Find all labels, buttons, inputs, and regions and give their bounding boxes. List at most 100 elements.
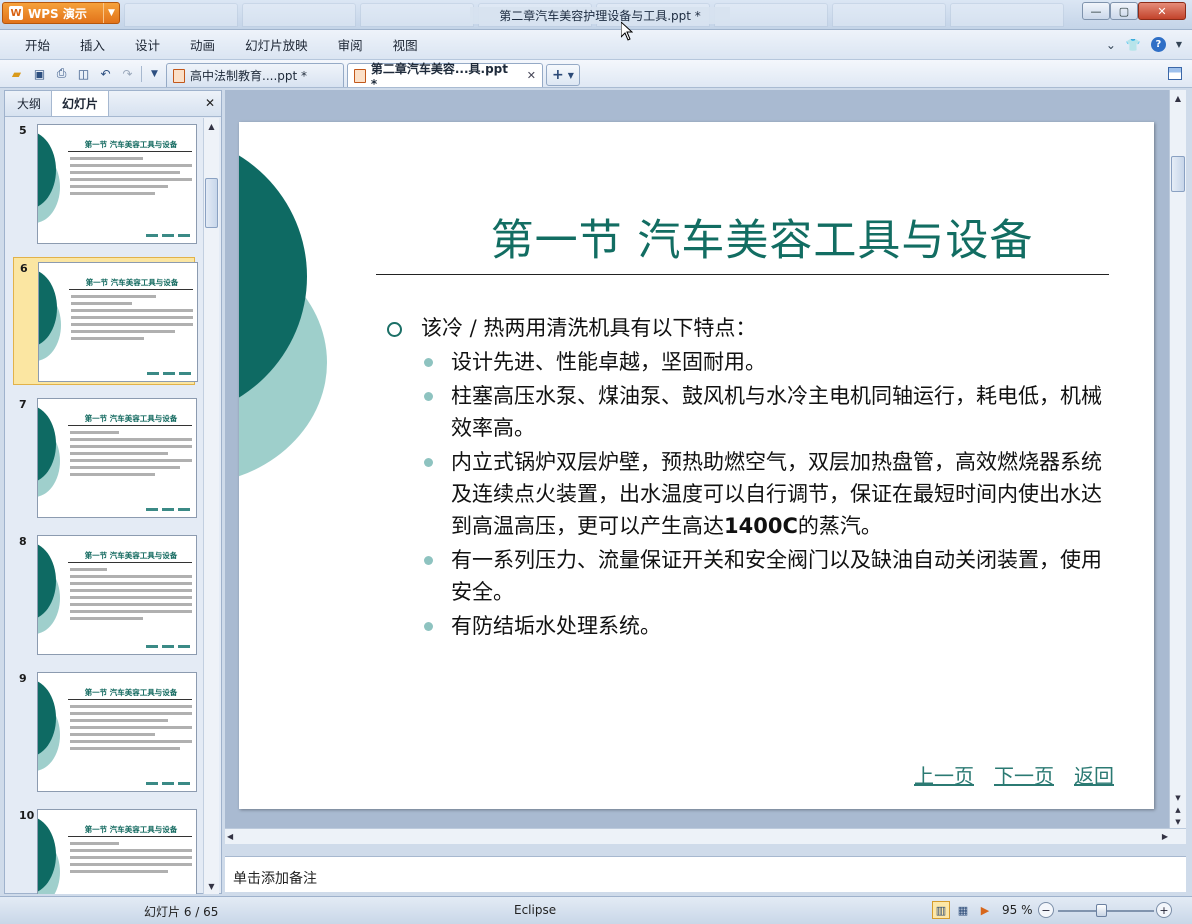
help-icon[interactable]: ? [1150,37,1166,52]
save-icon[interactable]: ▣ [31,65,48,82]
doc-tab-2[interactable]: 第二章汽车美容...具.ppt * ✕ [347,62,543,91]
close-icon[interactable]: ✕ [527,69,536,82]
doc-tab-label: 高中法制教育....ppt * [190,69,308,83]
ppt-file-icon [173,68,185,83]
menu-insert[interactable]: 插入 [65,35,120,54]
slide-indicator: 幻灯片 6 / 65 [144,905,219,919]
current-slide[interactable]: 第一节 汽车美容工具与设备 该冷 / 热两用清洗机具有以下特点： 设计先进、性能… [239,122,1154,809]
slide-nav-links: 上一页 下一页 返回 [914,760,1114,789]
thumbnail-preview: 第一节 汽车美容工具与设备 [37,535,197,655]
scroll-left-icon[interactable]: ◀ [227,832,233,841]
thumbnail-preview: 第一节 汽车美容工具与设备 [37,124,197,244]
doc-tab-1[interactable]: 高中法制教育....ppt * [166,63,344,87]
sub-bullet-1: 设计先进、性能卓越，坚固耐用。 [424,346,1107,378]
thumbnail-title: 第一节 汽车美容工具与设备 [84,688,178,697]
prev-page-link[interactable]: 上一页 [914,760,974,789]
menu-animation[interactable]: 动画 [175,35,230,54]
notes-placeholder: 单击添加备注 [233,871,317,887]
slide-thumbnail-6[interactable]: 6 第一节 汽车美容工具与设备 [13,257,198,385]
zoom-slider-thumb[interactable] [1096,904,1107,917]
customize-toolbar-icon[interactable]: ▼ [146,65,163,82]
chevron-down-icon[interactable]: ▼ [103,3,119,23]
slide-number: 8 [19,535,27,548]
scroll-up-icon[interactable]: ▲ [204,118,219,134]
thumbnail-title: 第一节 汽车美容工具与设备 [84,140,178,149]
scroll-down-icon[interactable]: ▼ [204,878,219,894]
next-page-link[interactable]: 下一页 [994,760,1054,789]
slide-thumbnail-7[interactable]: 7 第一节 汽车美容工具与设备 [13,394,197,522]
thumbnail-preview: 第一节 汽车美容工具与设备 [37,809,197,894]
title-divider [376,274,1109,275]
slide-number: 7 [19,398,27,411]
slide-number: 6 [20,262,28,275]
scroll-thumb[interactable] [205,178,218,228]
tab-outline[interactable]: 大纲 [7,91,51,116]
toolbar-divider [141,66,142,82]
previous-slide-icon[interactable]: ▲ [1170,804,1186,816]
slide-sorter-icon[interactable]: ▦ [954,901,972,919]
theme-name: Eclipse [514,903,557,917]
slide-vertical-scrollbar[interactable]: ▲ ▼ ▲ ▼ [1169,90,1186,828]
menu-design[interactable]: 设计 [120,35,175,54]
window-layout-icon[interactable] [1168,67,1182,80]
slide-title[interactable]: 第一节 汽车美容工具与设备 [377,206,1147,268]
scroll-right-icon[interactable]: ▶ [1162,832,1168,841]
print-icon[interactable]: ⎙ [53,65,70,82]
app-name: WPS 演示 [28,6,87,21]
menu-right-tools: ⌄ 👕 ? ▼ [1106,37,1182,52]
back-link[interactable]: 返回 [1074,760,1114,789]
minimize-button[interactable]: — [1082,2,1110,20]
scroll-down-icon[interactable]: ▼ [1170,792,1186,804]
thumbnail-preview: 第一节 汽车美容工具与设备 [37,672,197,792]
collapse-ribbon-icon[interactable]: ⌄ [1106,38,1116,52]
sub-bullet-3: 内立式锅炉双层炉壁，预热助燃空气，双层加热盘管，高效燃烧器系统及连续点火装置，出… [424,446,1107,542]
wps-app-menu-button[interactable]: W WPS 演示 ▼ [2,2,120,24]
menu-bar: 开始 插入 设计 动画 幻灯片放映 审阅 视图 ⌄ 👕 ? ▼ [0,30,1192,60]
maximize-button[interactable]: ▢ [1110,2,1138,20]
print-preview-icon[interactable]: ◫ [75,65,92,82]
title-bar: W WPS 演示 ▼ 第二章汽车美容护理设备与工具.ppt * — ▢ ✕ [0,0,1192,30]
scroll-up-icon[interactable]: ▲ [1170,90,1186,106]
thumbnail-list: 5 第一节 汽车美容工具与设备 6 第一节 汽车美容工具与设备 7 第一节 汽车… [5,118,203,894]
help-dropdown-icon[interactable]: ▼ [1176,40,1182,49]
scroll-thumb[interactable] [1171,156,1185,192]
slide-number: 10 [19,809,35,822]
sub-bullet-2: 柱塞高压水泵、煤油泵、鼓风机与水冷主电机同轴运行，耗电低，机械效率高。 [424,380,1107,444]
slideshow-view-icon[interactable]: ▶ [976,901,994,919]
zoom-out-icon[interactable]: − [1038,902,1054,918]
slide-thumbnail-10[interactable]: 10 第一节 汽车美容工具与设备 [13,805,197,894]
quick-access-toolbar: ▰ ▣ ⎙ ◫ ↶ ↷ ▼ 高中法制教育....ppt * 第二章汽车美容...… [0,60,1192,91]
slide-number: 9 [19,672,27,685]
slide-thumbnail-5[interactable]: 5 第一节 汽车美容工具与设备 [13,120,197,248]
menu-home[interactable]: 开始 [10,35,65,54]
open-folder-icon[interactable]: ▰ [8,65,25,82]
tab-slides[interactable]: 幻灯片 [51,90,110,116]
doc-tab-label: 第二章汽车美容...具.ppt * [370,62,508,91]
normal-view-icon[interactable]: ▥ [932,901,950,919]
redo-icon[interactable]: ↷ [119,65,136,82]
close-icon[interactable]: ✕ [205,96,215,110]
menu-slideshow[interactable]: 幻灯片放映 [230,35,323,54]
zoom-in-icon[interactable]: + [1156,902,1172,918]
skin-shirt-icon[interactable]: 👕 [1126,38,1141,52]
panel-tabs: 大纲 幻灯片 ✕ [5,90,221,117]
new-tab-button[interactable]: + ▼ [546,64,580,86]
thumbnail-title: 第一节 汽车美容工具与设备 [85,278,179,287]
slide-thumbnail-9[interactable]: 9 第一节 汽车美容工具与设备 [13,668,197,796]
next-slide-icon[interactable]: ▼ [1170,816,1186,828]
bullet-main: 该冷 / 热两用清洗机具有以下特点： [387,312,1107,344]
thumbnail-preview: 第一节 汽车美容工具与设备 [38,262,198,382]
close-window-button[interactable]: ✕ [1138,2,1186,20]
slide-body-text[interactable]: 该冷 / 热两用清洗机具有以下特点： 设计先进、性能卓越，坚固耐用。 柱塞高压水… [387,312,1107,642]
slide-horizontal-scrollbar[interactable]: ◀ ▶ [225,828,1186,844]
thumbnail-title: 第一节 汽车美容工具与设备 [84,551,178,560]
sub-bullet-4: 有一系列压力、流量保证开关和安全阀门以及缺油自动关闭装置，使用安全。 [424,544,1107,608]
slide-thumbnail-8[interactable]: 8 第一节 汽车美容工具与设备 [13,531,197,659]
thumbnail-scrollbar[interactable]: ▲ ▼ [203,118,219,894]
zoom-level: 95 % [1002,903,1033,917]
notes-pane[interactable]: 单击添加备注 [225,856,1186,892]
window-title: 第二章汽车美容护理设备与工具.ppt * [470,7,730,24]
menu-view[interactable]: 视图 [378,35,433,54]
menu-review[interactable]: 审阅 [323,35,378,54]
undo-icon[interactable]: ↶ [97,65,114,82]
